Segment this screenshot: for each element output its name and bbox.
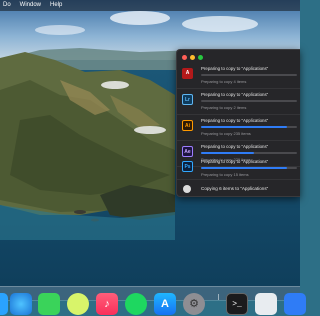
progress-fill xyxy=(201,167,288,169)
operation-status: Preparing to copy 2 items xyxy=(201,105,247,110)
spotify-icon[interactable] xyxy=(125,293,147,315)
operation-title: Preparing to copy to “Applications” xyxy=(201,66,269,71)
menu-item-window[interactable]: Window xyxy=(20,0,41,11)
progress-bar xyxy=(201,152,297,154)
menu-item-help[interactable]: Help xyxy=(50,0,62,11)
copy-operation: Ps Preparing to copy to “Applications” P… xyxy=(177,156,300,180)
operation-title: Preparing to copy to “Applications” xyxy=(201,92,269,97)
copy-progress-window: A Preparing to copy to “Applications” Pr… xyxy=(176,49,300,197)
copy-operation: Ai Preparing to copy to “Applications” P… xyxy=(177,115,300,141)
progress-bar xyxy=(201,167,297,169)
messages-icon[interactable] xyxy=(38,293,60,315)
copy-operation: Lr Preparing to copy to “Applications” P… xyxy=(177,89,300,115)
photoshop-icon: Ps xyxy=(182,161,193,172)
system-preferences-icon[interactable]: ⚙ xyxy=(183,293,205,315)
music-icon[interactable]: ♪ xyxy=(96,293,118,315)
dock-separator xyxy=(218,294,219,300)
operation-status: Preparing to copy 15 items xyxy=(201,172,249,177)
operation-title: Preparing to copy to “Applications” xyxy=(201,118,269,123)
summary-text: Copying 6 items to “Applications” xyxy=(201,186,269,191)
minimize-button[interactable] xyxy=(190,55,195,60)
app-store-icon[interactable]: A xyxy=(154,293,176,315)
progress-bar xyxy=(201,74,297,76)
illustrator-icon: Ai xyxy=(182,120,193,131)
speech-bubble-icon[interactable] xyxy=(67,293,89,315)
finder-icon xyxy=(183,185,191,193)
safari-icon[interactable] xyxy=(10,293,32,315)
acrobat-icon: A xyxy=(182,68,193,79)
partial-right-icon[interactable] xyxy=(284,293,306,315)
operation-title: Preparing to copy to “Applications” xyxy=(201,144,269,149)
operation-status: Preparing to copy 235 items xyxy=(201,131,251,136)
copy-operation: A Preparing to copy to “Applications” Pr… xyxy=(177,63,300,89)
progress-fill xyxy=(201,152,254,154)
progress-bar xyxy=(201,100,297,102)
terminal-icon[interactable]: >_ xyxy=(226,293,248,315)
operation-title: Preparing to copy to “Applications” xyxy=(201,159,269,164)
zoom-button[interactable] xyxy=(198,55,203,60)
progress-fill xyxy=(201,126,288,128)
progress-bar xyxy=(201,126,297,128)
lightroom-icon: Lr xyxy=(182,94,193,105)
window-controls xyxy=(182,55,203,60)
menu-bar: Do Window Help xyxy=(0,0,300,11)
copy-summary: Copying 6 items to “Applications” xyxy=(177,180,300,196)
partial-left-icon[interactable] xyxy=(0,293,8,315)
operation-status: Preparing to copy 4 items xyxy=(201,79,247,84)
preview-icon[interactable] xyxy=(255,293,277,315)
close-button[interactable] xyxy=(182,55,187,60)
menu-item-do[interactable]: Do xyxy=(3,0,11,11)
